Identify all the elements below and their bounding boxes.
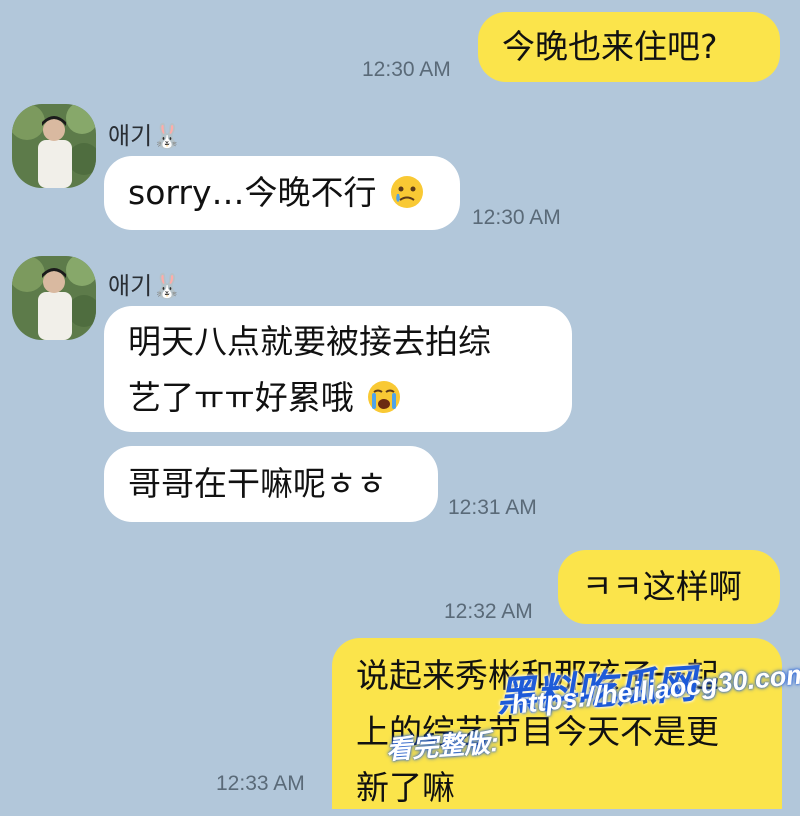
message-bubble-incoming[interactable]: 明天八点就要被接去拍综 艺了ㅠㅠ好累哦 [104,306,572,432]
message-timestamp: 12:32 AM [444,600,533,623]
message-timestamp: 12:30 AM [472,206,561,229]
message-text-line: 新了嘛 [356,768,455,807]
sender-name: 애기🐰 [108,122,183,150]
message-text: 今晚也来住吧? [502,27,718,66]
message-timestamp: 12:31 AM [448,496,537,519]
message-text-line: 明天八点就要被接去拍综 [128,322,491,361]
sender-name: 애기🐰 [108,272,183,300]
message-text: sorry…今晚不行 [128,173,377,212]
message-timestamp: 12:33 AM [216,772,305,795]
watermark-label: 看完整版: [385,727,500,765]
message-bubble-incoming[interactable]: 哥哥在干嘛呢ㅎㅎ [104,446,438,522]
message-text: 哥哥在干嘛呢ㅎㅎ [128,464,387,503]
message-timestamp: 12:30 AM [362,58,451,81]
message-text: ㅋㅋ这样啊 [582,567,742,606]
message-text-line: 艺了ㅠㅠ好累哦 [128,378,354,417]
avatar[interactable] [12,104,96,188]
message-bubble-outgoing[interactable]: 今晚也来住吧? [478,12,780,82]
crying-emoji-icon [368,381,401,413]
message-bubble-outgoing[interactable]: ㅋㅋ这样啊 [558,550,780,624]
message-bubble-incoming[interactable]: sorry…今晚不行 [104,156,460,230]
sad-tear-emoji-icon [390,176,423,208]
avatar[interactable] [12,256,96,340]
